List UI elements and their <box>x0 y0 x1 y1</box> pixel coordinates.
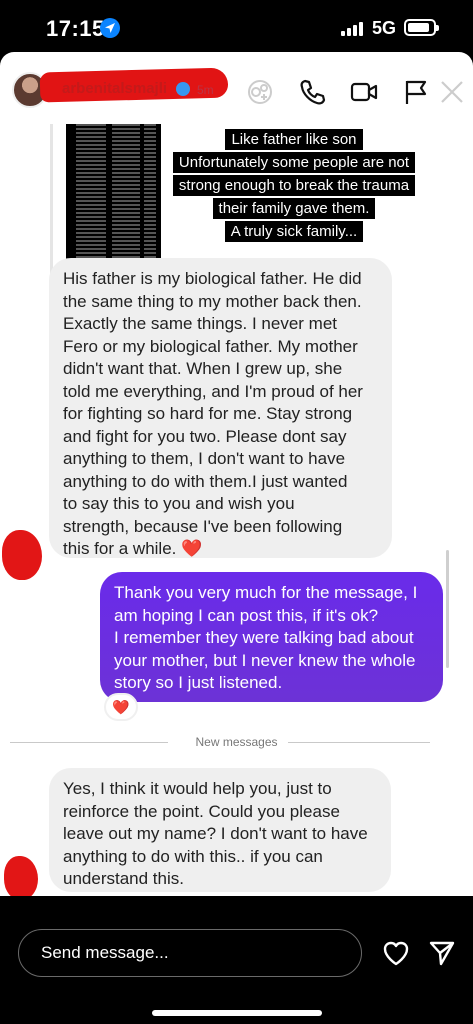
time-ago: 5m <box>197 83 214 97</box>
caption-line: Unfortunately some people are not <box>172 152 416 173</box>
signal-icon <box>341 22 365 36</box>
add-effect-icon[interactable] <box>244 76 276 108</box>
story-caption: Like father like son Unfortunately some … <box>172 128 416 243</box>
caption-line: Like father like son <box>225 129 363 150</box>
message-bubble-incoming[interactable]: Yes, I think it would help you, just to … <box>49 768 391 892</box>
flag-icon[interactable] <box>400 76 432 108</box>
send-icon[interactable] <box>428 939 456 967</box>
heart-icon[interactable] <box>382 940 410 966</box>
location-icon <box>100 18 120 38</box>
dm-thread-card: arbenitalsmajli 5m Like father like son … <box>0 52 473 896</box>
message-bubble-outgoing[interactable]: Thank you very much for the message, I a… <box>100 572 443 702</box>
sender-avatar-redaction <box>4 856 38 896</box>
username[interactable]: arbenitalsmajli <box>62 80 167 97</box>
home-indicator[interactable] <box>152 1010 322 1016</box>
message-input[interactable] <box>41 940 341 966</box>
new-messages-label: New messages <box>185 735 288 749</box>
video-icon[interactable] <box>348 76 380 108</box>
message-composer[interactable] <box>18 929 362 977</box>
battery-icon <box>404 19 439 36</box>
caption-line: A truly sick family... <box>224 221 364 242</box>
caption-line: their family gave them. <box>212 198 376 219</box>
sender-avatar-redaction <box>2 530 42 580</box>
status-time: 17:15 <box>46 16 105 41</box>
network-type: 5G <box>372 18 397 38</box>
close-icon[interactable] <box>436 76 468 108</box>
status-bar: 17:15 5G <box>0 0 473 52</box>
dm-header: arbenitalsmajli 5m <box>0 52 473 124</box>
phone-icon[interactable] <box>296 76 328 108</box>
heart-reaction[interactable]: ❤️ <box>104 693 138 721</box>
caption-line: strong enough to break the trauma <box>172 175 416 196</box>
message-bubble-incoming[interactable]: His father is my biological father. He d… <box>49 258 392 558</box>
new-messages-divider: New messages <box>0 735 473 749</box>
verified-icon <box>176 82 190 96</box>
scrollbar[interactable] <box>446 550 449 668</box>
